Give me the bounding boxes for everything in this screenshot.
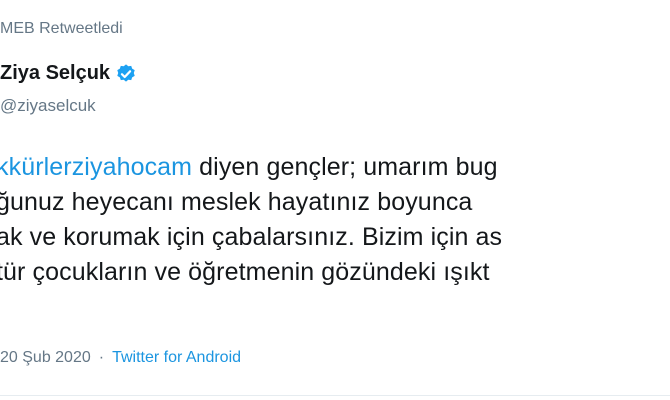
tweet-line-1-text: diyen gençler; umarım bug xyxy=(192,153,498,181)
tweet-line-3: ak ve korumak için çabalarsınız. Bizim i… xyxy=(0,223,503,251)
tweet-meta: 20 Şub 2020 · Twitter for Android xyxy=(0,349,241,367)
tweet-source-link[interactable]: Twitter for Android xyxy=(112,349,241,366)
author-name-row[interactable]: Ziya Selçuk xyxy=(0,62,137,85)
tweet-line-1: kkürlerziyahocam diyen gençler; umarım b… xyxy=(0,150,670,185)
verified-badge-icon xyxy=(115,63,137,85)
divider xyxy=(0,395,670,396)
tweet-card: MEB Retweetledi Ziya Selçuk @ziyaselcuk … xyxy=(0,0,670,400)
author-handle[interactable]: @ziyaselcuk xyxy=(0,96,96,116)
hashtag-link[interactable]: kkürlerziyahocam xyxy=(0,153,192,181)
tweet-timestamp[interactable]: 20 Şub 2020 xyxy=(0,349,91,366)
meta-separator: · xyxy=(98,349,105,366)
author-name[interactable]: Ziya Selçuk xyxy=(0,62,110,85)
tweet-text: kkürlerziyahocam diyen gençler; umarım b… xyxy=(0,150,670,290)
tweet-line-2: ğunuz heyecanı meslek hayatınız boyunca xyxy=(0,188,473,216)
tweet-line-4: tür çocukların ve öğretmenin gözündeki ı… xyxy=(0,258,490,286)
retweet-label: MEB Retweetledi xyxy=(0,20,123,37)
